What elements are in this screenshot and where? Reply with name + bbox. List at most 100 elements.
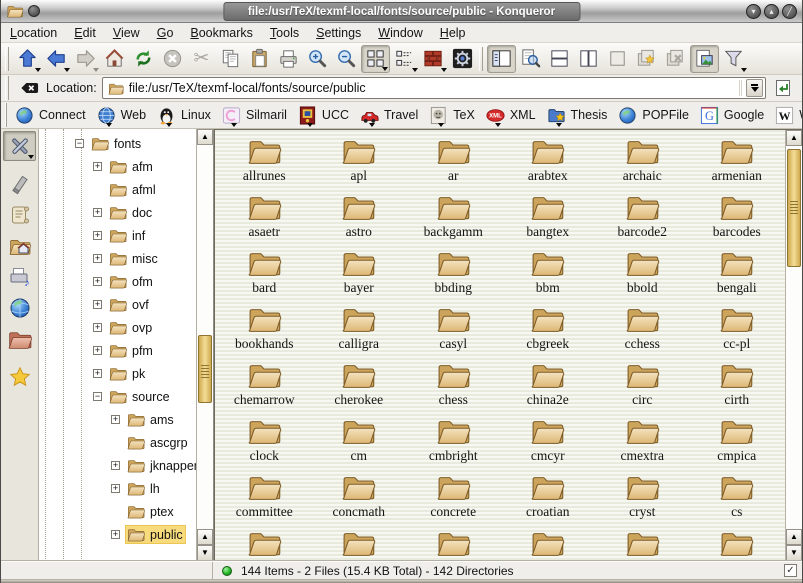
tree-expander[interactable]: +: [93, 369, 102, 378]
tree-item-ovp[interactable]: + ovp: [39, 316, 196, 339]
folder-item-partial[interactable]: [406, 524, 501, 561]
zoom-in-button[interactable]: [303, 45, 332, 73]
tree-expander[interactable]: +: [93, 300, 102, 309]
tree-item-pfm[interactable]: + pfm: [39, 339, 196, 362]
folder-item-concrete[interactable]: concrete: [406, 468, 501, 524]
clear-location-icon[interactable]: [18, 79, 41, 97]
bookmark-connect[interactable]: Connect: [11, 104, 93, 127]
print-button[interactable]: [274, 45, 303, 73]
bookmarks-star-button[interactable]: [3, 362, 36, 392]
bookmark-wikipedia[interactable]: Wikipedia: [771, 104, 803, 127]
link-view-checkbox[interactable]: [784, 564, 797, 577]
folder-item-armenian[interactable]: armenian: [690, 132, 785, 188]
go-button[interactable]: [771, 76, 795, 100]
filter-dropdown-caret[interactable]: [741, 68, 747, 72]
folder-item-bbold[interactable]: bbold: [595, 244, 690, 300]
folder-item-barcode2[interactable]: barcode2: [595, 188, 690, 244]
folder-item-bangtex[interactable]: bangtex: [501, 188, 596, 244]
locbar-drag-handle[interactable]: [5, 76, 9, 100]
gear-view-button[interactable]: [448, 45, 477, 73]
bookmark-xml[interactable]: XML: [482, 104, 543, 127]
zoom-out-button[interactable]: [332, 45, 361, 73]
tree-item-doc[interactable]: + doc: [39, 201, 196, 224]
tree-item-jknappen[interactable]: + jknappen: [39, 454, 196, 477]
tree-expander[interactable]: +: [111, 530, 120, 539]
tree-expander[interactable]: +: [111, 461, 120, 470]
tree-item-afml[interactable]: afml: [39, 178, 196, 201]
split-view-left-right-button[interactable]: [574, 45, 603, 73]
folder-item-bbm[interactable]: bbm: [501, 244, 596, 300]
tree-item-afm[interactable]: + afm: [39, 155, 196, 178]
view-scroll-down-button[interactable]: ▼: [786, 545, 802, 561]
back-button[interactable]: [42, 45, 71, 73]
tree-expander[interactable]: +: [111, 484, 120, 493]
folder-item-cmextra[interactable]: cmextra: [595, 412, 690, 468]
tree-expander[interactable]: +: [111, 415, 120, 424]
bookmark-linux[interactable]: Linux: [153, 104, 218, 127]
tree-item-ptex[interactable]: ptex: [39, 500, 196, 523]
folder-item-croatian[interactable]: croatian: [501, 468, 596, 524]
services-button[interactable]: [3, 262, 36, 292]
tree-item-source[interactable]: − source: [39, 385, 196, 408]
split-view-top-bottom-button[interactable]: [545, 45, 574, 73]
folder-item-partial[interactable]: [312, 524, 407, 561]
bookmark-ucc[interactable]: UCC: [294, 104, 356, 127]
show-previews-button[interactable]: [690, 45, 719, 73]
tree-item-pk[interactable]: + pk: [39, 362, 196, 385]
menu-help[interactable]: Help: [440, 26, 466, 40]
menu-edit[interactable]: Edit: [74, 26, 96, 40]
view-scroll-up-button[interactable]: ▲: [786, 130, 802, 146]
show-navigation-panel-button[interactable]: [487, 45, 516, 73]
copy-button[interactable]: [216, 45, 245, 73]
window-menu-icon[interactable]: [28, 5, 40, 17]
tree-scrollbar[interactable]: ▲ ▲ ▼: [196, 129, 213, 561]
folder-item-arabtex[interactable]: arabtex: [501, 132, 596, 188]
tree-scroll-up-button[interactable]: ▲: [197, 129, 213, 145]
menu-view[interactable]: View: [113, 26, 140, 40]
toolbar-drag-handle[interactable]: [5, 47, 9, 71]
tree-item-lh[interactable]: + lh: [39, 477, 196, 500]
folder-item-backgamm[interactable]: backgamm: [406, 188, 501, 244]
root-directory-button[interactable]: [3, 324, 36, 354]
tree-item-misc[interactable]: + misc: [39, 247, 196, 270]
menu-tools[interactable]: Tools: [270, 26, 299, 40]
folder-item-ar[interactable]: ar: [406, 132, 501, 188]
detail-view-dropdown-caret[interactable]: [441, 68, 447, 72]
up-button[interactable]: [13, 45, 42, 73]
bookbar-drag-handle[interactable]: [5, 103, 7, 127]
location-input[interactable]: [129, 81, 735, 95]
tree-expander[interactable]: +: [93, 254, 102, 263]
view-scroll-up2-button[interactable]: ▲: [786, 529, 802, 545]
folder-item-circ[interactable]: circ: [595, 356, 690, 412]
bookmark-travel[interactable]: Travel: [356, 104, 425, 127]
folder-item-chemarrow[interactable]: chemarrow: [217, 356, 312, 412]
tree-expander[interactable]: +: [93, 162, 102, 171]
folder-item-allrunes[interactable]: allrunes: [217, 132, 312, 188]
folder-item-cbgreek[interactable]: cbgreek: [501, 300, 596, 356]
tree-item-ams[interactable]: + ams: [39, 408, 196, 431]
multicolumn-view-button[interactable]: [390, 45, 419, 73]
folder-item-clock[interactable]: clock: [217, 412, 312, 468]
folder-item-calligra[interactable]: calligra: [312, 300, 407, 356]
bookmark-silmaril[interactable]: Silmaril: [218, 104, 294, 127]
tree-expander[interactable]: +: [93, 346, 102, 355]
tree-expander[interactable]: +: [93, 323, 102, 332]
tree-expander[interactable]: −: [93, 392, 102, 401]
tree-item-public[interactable]: + public: [39, 523, 196, 546]
folder-item-concmath[interactable]: concmath: [312, 468, 407, 524]
menu-window[interactable]: Window: [378, 26, 422, 40]
folder-item-barcodes[interactable]: barcodes: [690, 188, 785, 244]
tree-item-fonts[interactable]: − fonts: [39, 132, 196, 155]
tree-expander[interactable]: +: [93, 277, 102, 286]
folder-item-asaetr[interactable]: asaetr: [217, 188, 312, 244]
home-directory-button[interactable]: [3, 231, 36, 261]
tree-scroll-down-button[interactable]: ▼: [197, 545, 213, 561]
folder-item-cs[interactable]: cs: [690, 468, 785, 524]
tree-scroll-thumb[interactable]: [198, 335, 212, 403]
bookmark-google[interactable]: Google: [696, 104, 771, 127]
tree-item-ascgrp[interactable]: ascgrp: [39, 431, 196, 454]
folder-item-bookhands[interactable]: bookhands: [217, 300, 312, 356]
folder-item-cmcyr[interactable]: cmcyr: [501, 412, 596, 468]
bookmark-tex[interactable]: TeX: [425, 104, 482, 127]
bookmark-thesis[interactable]: Thesis: [543, 104, 615, 127]
